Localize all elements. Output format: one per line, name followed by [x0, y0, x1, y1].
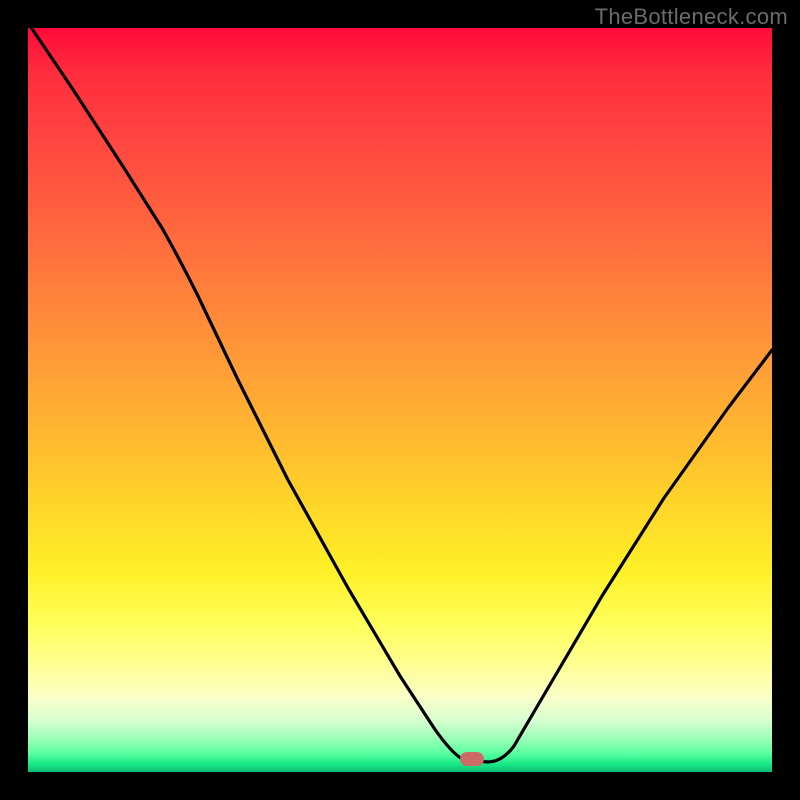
chart-frame: TheBottleneck.com — [0, 0, 800, 800]
bottleneck-curve — [28, 28, 772, 772]
curve-path — [28, 28, 772, 762]
plot-area — [28, 28, 772, 772]
watermark-text: TheBottleneck.com — [595, 4, 788, 30]
sweet-spot-marker — [460, 752, 484, 766]
